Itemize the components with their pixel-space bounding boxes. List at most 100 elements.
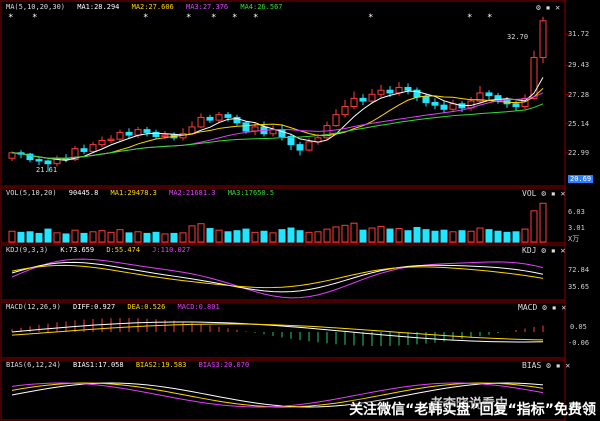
volume-bar xyxy=(485,229,493,243)
candle-body xyxy=(368,93,376,102)
signal-star: * xyxy=(211,13,216,23)
candle-body xyxy=(341,106,349,116)
bias-panel-tools[interactable]: BIAS ⚙ ▪ ✕ xyxy=(522,361,570,370)
volume-bar xyxy=(377,225,385,243)
candle-body xyxy=(377,89,385,95)
macd-dea: DEA:0.526 xyxy=(127,303,166,311)
candle-body xyxy=(89,144,97,152)
candle-body xyxy=(449,103,457,110)
volume-bar xyxy=(17,231,25,243)
ma3-value: MA3:27.376 xyxy=(185,3,229,11)
vol-label: VOL(5,10,20) xyxy=(6,189,57,197)
volume-bar xyxy=(494,230,502,243)
main-panel-tools[interactable]: ⚙ ▪ ✕ xyxy=(536,3,560,12)
volume-bar xyxy=(197,223,205,243)
vol-tick-mid: 3.01 xyxy=(568,224,585,232)
candle-body xyxy=(161,134,169,137)
signal-star: * xyxy=(368,13,373,23)
low-price-label: 21.61 xyxy=(36,166,58,174)
ma4-value: MA4:26.567 xyxy=(240,3,283,11)
volume-bar xyxy=(350,222,358,243)
vol-panel-tools[interactable]: VOL ⚙ ▪ ✕ xyxy=(522,189,565,198)
volume-bar xyxy=(422,229,430,243)
volume-bar xyxy=(413,226,421,243)
kdj-d: D:55.474 xyxy=(106,246,141,254)
candle-body xyxy=(296,144,304,151)
vol-ma1: MA1:29478.3 xyxy=(110,189,157,197)
volume-bar xyxy=(287,227,295,243)
volume-bar xyxy=(179,232,187,243)
volume-bar xyxy=(89,231,97,243)
volume-bar xyxy=(521,228,529,243)
candle-body xyxy=(485,92,493,97)
candle-body xyxy=(305,141,313,151)
signal-star: * xyxy=(232,13,237,23)
candle-body xyxy=(35,159,43,162)
chart-canvas: * * * * * * * * * * xyxy=(0,0,569,421)
volume-bar xyxy=(341,224,349,243)
volume-bar xyxy=(314,231,322,243)
kdj-j: J:110.027 xyxy=(152,246,191,254)
macd-value: MACD:0.801 xyxy=(177,303,220,311)
candle-body xyxy=(215,114,223,121)
candle-body xyxy=(107,138,115,142)
vol-value: 90445.8 xyxy=(68,189,99,197)
vol-ma3: MA3:17650.5 xyxy=(227,189,275,197)
macd-dea-line xyxy=(11,323,544,341)
candle-body xyxy=(359,97,367,102)
volume-bar xyxy=(125,232,133,243)
volume-bar xyxy=(233,230,241,243)
candle-body xyxy=(206,116,214,121)
candle-body xyxy=(197,116,205,128)
volume-bar xyxy=(440,229,448,243)
volume-bar xyxy=(251,231,259,243)
volume-bar xyxy=(71,229,79,243)
macd-panel-tools[interactable]: MACD ⚙ ▪ ✕ xyxy=(518,303,566,312)
macd-tick-low: -0.06 xyxy=(568,339,590,347)
volume-bar xyxy=(323,228,331,243)
candle-body xyxy=(134,129,142,136)
volume-bar xyxy=(431,230,439,243)
volume-bar xyxy=(296,230,304,243)
candle-body xyxy=(143,129,151,133)
signal-star: * xyxy=(32,13,37,23)
bias-label: BIAS(6,12,24) xyxy=(6,361,61,369)
kdj-tag: KDJ xyxy=(522,246,537,255)
signal-star: * xyxy=(253,13,258,23)
candle-body xyxy=(404,86,412,91)
candle-body xyxy=(539,20,547,59)
candle-body xyxy=(440,104,448,110)
volume-bar xyxy=(449,231,457,243)
macd-label: MACD(12,26,9) xyxy=(6,303,61,311)
candle-body xyxy=(116,131,124,140)
volume-bar xyxy=(62,233,70,243)
volume-bar xyxy=(107,231,115,243)
volume-bar xyxy=(80,232,88,243)
volume-bar xyxy=(8,230,16,243)
kdj-tick-low: 35.65 xyxy=(568,283,590,291)
kdj-panel-tools[interactable]: KDJ ⚙ ▪ ✕ xyxy=(522,246,565,255)
stock-chart-window: { "main": { "ma_label": "MA(5,10,20,30)"… xyxy=(0,0,600,421)
volume-bar xyxy=(530,210,538,243)
vol-legend: VOL(5,10,20) 90445.8 MA1:29478.3 MA2:216… xyxy=(6,189,282,197)
ma1-value: MA1:28.294 xyxy=(77,3,120,11)
price-tick-label: 27.28 xyxy=(568,90,590,99)
kdj-d-line xyxy=(11,264,544,289)
signal-star: * xyxy=(8,13,13,23)
kdj-k: K:73.659 xyxy=(60,246,95,254)
kdj-legend: KDJ(9,3,3) K:73.659 D:55.474 J:110.027 xyxy=(6,246,198,254)
candle-body xyxy=(431,101,439,106)
candle-body xyxy=(512,103,520,108)
volume-bar xyxy=(503,231,511,243)
volume-bar xyxy=(98,230,106,243)
candle-body xyxy=(125,131,133,136)
volume-bar xyxy=(467,230,475,243)
volume-bar xyxy=(458,230,466,243)
price-tick-label: 22.99 xyxy=(568,148,590,157)
volume-bar xyxy=(269,232,277,243)
volume-bar xyxy=(332,226,340,243)
bias-tag: BIAS xyxy=(522,361,542,370)
vol-ma2: MA2:21681.3 xyxy=(169,189,216,197)
vol-tag: VOL xyxy=(522,189,537,198)
ma-legend: MA(5,10,20,30) MA1:28.294 MA2:27.606 MA3… xyxy=(6,3,291,11)
